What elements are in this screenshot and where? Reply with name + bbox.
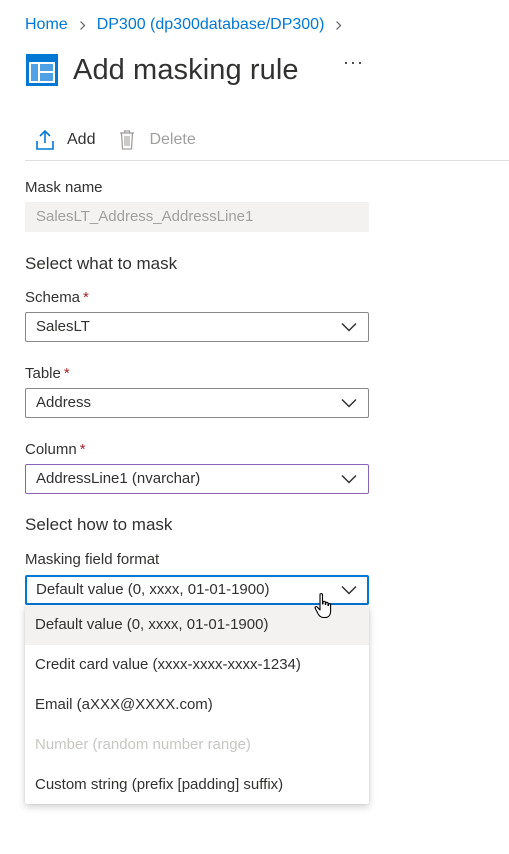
table-dropdown[interactable]: Address bbox=[25, 388, 369, 418]
table-label: Table * bbox=[25, 365, 70, 382]
schema-value: SalesLT bbox=[36, 318, 90, 335]
trash-icon bbox=[120, 130, 135, 150]
add-button[interactable]: Add bbox=[25, 129, 95, 151]
table-value: Address bbox=[36, 394, 92, 411]
format-option-email[interactable]: Email (aXXX@XXXX.com) bbox=[25, 685, 369, 725]
chevron-down-icon bbox=[341, 322, 357, 332]
format-option-credit-card[interactable]: Credit card value (xxxx-xxxx-xxxx-1234) bbox=[25, 645, 369, 685]
mask-name-field: SalesLT_Address_AddressLine1 bbox=[25, 202, 369, 232]
chevron-right-icon bbox=[334, 20, 343, 30]
delete-button-label: Delete bbox=[149, 131, 196, 148]
hand-pointer-icon bbox=[314, 593, 332, 619]
breadcrumb-home-link[interactable]: Home bbox=[25, 16, 68, 34]
chevron-down-icon bbox=[341, 474, 357, 484]
section-what-heading: Select what to mask bbox=[25, 254, 178, 273]
delete-button[interactable]: Delete bbox=[117, 129, 196, 151]
masking-format-value: Default value (0, xxxx, 01-01-1900) bbox=[36, 581, 270, 598]
column-dropdown[interactable]: AddressLine1 (nvarchar) bbox=[25, 464, 369, 494]
breadcrumb-database-link[interactable]: DP300 (dp300database/DP300) bbox=[97, 16, 325, 34]
title-row: Add masking rule bbox=[25, 47, 299, 93]
schema-dropdown[interactable]: SalesLT bbox=[25, 312, 369, 342]
page-title: Add masking rule bbox=[73, 53, 299, 86]
format-option-custom-string[interactable]: Custom string (prefix [padding] suffix) bbox=[25, 765, 369, 805]
chevron-right-icon bbox=[78, 20, 87, 30]
column-value: AddressLine1 (nvarchar) bbox=[36, 470, 201, 487]
required-marker: * bbox=[63, 365, 70, 382]
masking-format-label: Masking field format bbox=[25, 551, 160, 568]
add-button-label: Add bbox=[67, 131, 96, 148]
mask-name-label: Mask name bbox=[25, 179, 103, 196]
section-how-heading: Select how to mask bbox=[25, 515, 173, 534]
breadcrumb: Home DP300 (dp300database/DP300) bbox=[25, 13, 353, 37]
format-option-number: Number (random number range) bbox=[35, 736, 251, 753]
schema-label: Schema * bbox=[25, 289, 89, 306]
toolbar: Add Delete bbox=[25, 126, 218, 154]
more-options-button[interactable]: ··· bbox=[343, 52, 364, 73]
required-marker: * bbox=[79, 441, 86, 458]
masking-format-menu: Default value (0, xxxx, 01-01-1900) Cred… bbox=[25, 605, 369, 804]
chevron-down-icon bbox=[341, 585, 357, 595]
upload-icon bbox=[36, 129, 54, 150]
chevron-down-icon bbox=[341, 398, 357, 408]
column-label: Column * bbox=[25, 441, 86, 458]
toolbar-divider bbox=[25, 160, 509, 161]
required-marker: * bbox=[83, 289, 89, 306]
masking-rule-icon bbox=[26, 54, 58, 86]
